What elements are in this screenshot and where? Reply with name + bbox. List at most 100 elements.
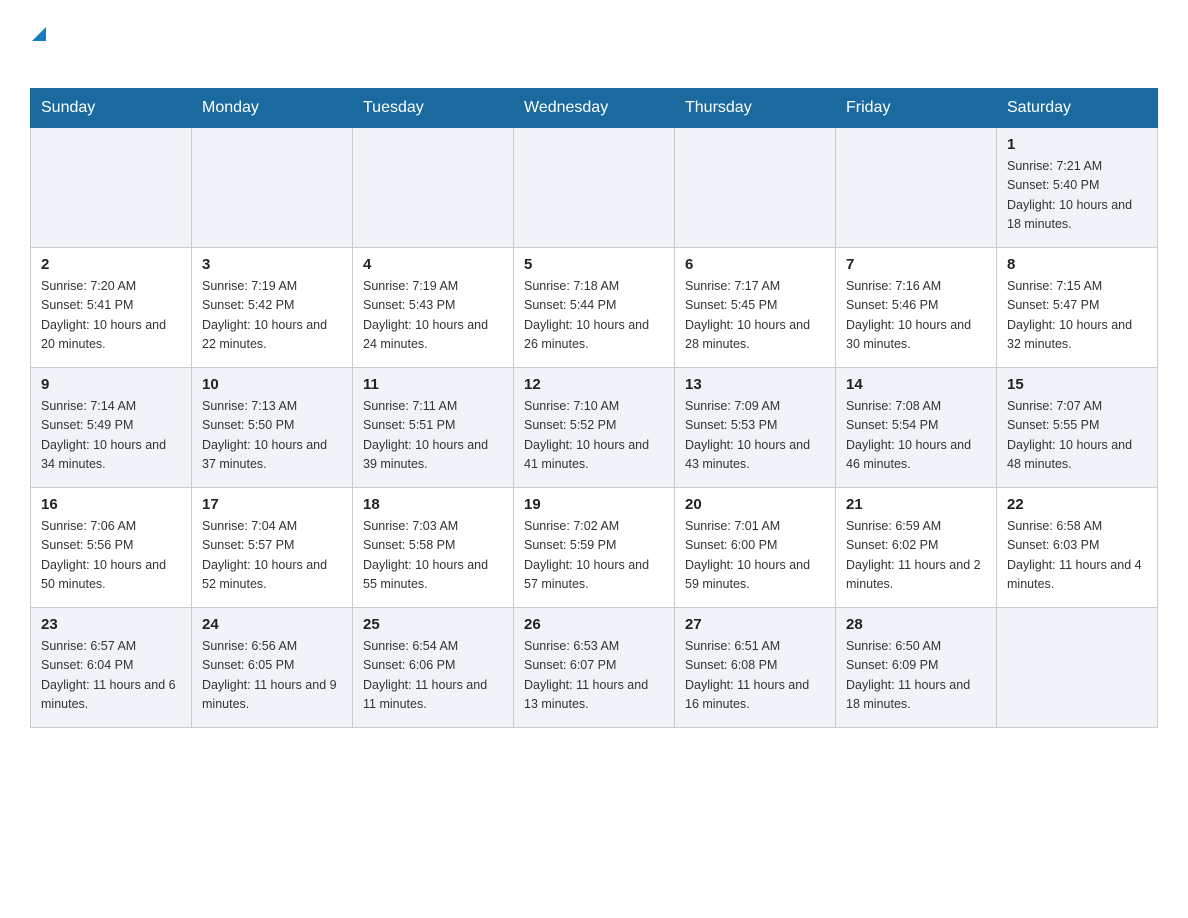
day-number: 26 bbox=[524, 616, 664, 633]
day-number: 18 bbox=[363, 496, 503, 513]
day-number: 3 bbox=[202, 256, 342, 273]
calendar-day-cell bbox=[192, 128, 353, 248]
calendar-day-cell: 8 Sunrise: 7:15 AMSunset: 5:47 PMDaylight… bbox=[997, 248, 1158, 368]
day-info: Sunrise: 6:53 AMSunset: 6:07 PMDaylight:… bbox=[524, 637, 664, 715]
calendar-day-cell bbox=[514, 128, 675, 248]
day-number: 15 bbox=[1007, 376, 1147, 393]
day-info: Sunrise: 7:01 AMSunset: 6:00 PMDaylight:… bbox=[685, 517, 825, 595]
calendar-day-cell bbox=[353, 128, 514, 248]
logo bbox=[30, 20, 46, 72]
calendar-day-cell: 2 Sunrise: 7:20 AMSunset: 5:41 PMDaylight… bbox=[31, 248, 192, 368]
day-number: 9 bbox=[41, 376, 181, 393]
day-number: 28 bbox=[846, 616, 986, 633]
calendar-day-cell: 27 Sunrise: 6:51 AMSunset: 6:08 PMDayligh… bbox=[675, 608, 836, 728]
calendar-day-cell: 15 Sunrise: 7:07 AMSunset: 5:55 PMDayligh… bbox=[997, 368, 1158, 488]
day-info: Sunrise: 7:03 AMSunset: 5:58 PMDaylight:… bbox=[363, 517, 503, 595]
day-number: 16 bbox=[41, 496, 181, 513]
calendar-day-cell: 10 Sunrise: 7:13 AMSunset: 5:50 PMDayligh… bbox=[192, 368, 353, 488]
calendar-day-cell bbox=[836, 128, 997, 248]
day-info: Sunrise: 7:06 AMSunset: 5:56 PMDaylight:… bbox=[41, 517, 181, 595]
day-info: Sunrise: 7:07 AMSunset: 5:55 PMDaylight:… bbox=[1007, 397, 1147, 475]
day-number: 19 bbox=[524, 496, 664, 513]
calendar-day-cell: 14Sunrise: 7:08 AMSunset: 5:54 PMDayligh… bbox=[836, 368, 997, 488]
day-info: Sunrise: 7:21 AMSunset: 5:40 PMDaylight:… bbox=[1007, 157, 1147, 235]
weekday-header-row: Sunday Monday Tuesday Wednesday Thursday… bbox=[31, 89, 1158, 128]
day-number: 12 bbox=[524, 376, 664, 393]
day-info: Sunrise: 7:18 AMSunset: 5:44 PMDaylight:… bbox=[524, 277, 664, 355]
day-number: 1 bbox=[1007, 136, 1147, 153]
calendar-week-row: 23 Sunrise: 6:57 AMSunset: 6:04 PMDayligh… bbox=[31, 608, 1158, 728]
calendar-day-cell: 20 Sunrise: 7:01 AMSunset: 6:00 PMDayligh… bbox=[675, 488, 836, 608]
day-info: Sunrise: 7:13 AMSunset: 5:50 PMDaylight:… bbox=[202, 397, 342, 475]
day-info: Sunrise: 6:56 AMSunset: 6:05 PMDaylight:… bbox=[202, 637, 342, 715]
calendar-day-cell: 3 Sunrise: 7:19 AMSunset: 5:42 PMDaylight… bbox=[192, 248, 353, 368]
day-info: Sunrise: 7:20 AMSunset: 5:41 PMDaylight:… bbox=[41, 277, 181, 355]
day-number: 17 bbox=[202, 496, 342, 513]
calendar-table: Sunday Monday Tuesday Wednesday Thursday… bbox=[30, 88, 1158, 728]
calendar-day-cell: 13 Sunrise: 7:09 AMSunset: 5:53 PMDayligh… bbox=[675, 368, 836, 488]
page-header bbox=[30, 20, 1158, 72]
calendar-day-cell: 12 Sunrise: 7:10 AMSunset: 5:52 PMDayligh… bbox=[514, 368, 675, 488]
logo-wordmark bbox=[30, 20, 46, 72]
day-number: 23 bbox=[41, 616, 181, 633]
calendar-day-cell: 28 Sunrise: 6:50 AMSunset: 6:09 PMDayligh… bbox=[836, 608, 997, 728]
day-number: 10 bbox=[202, 376, 342, 393]
day-info: Sunrise: 6:50 AMSunset: 6:09 PMDaylight:… bbox=[846, 637, 986, 715]
calendar-week-row: 9 Sunrise: 7:14 AMSunset: 5:49 PMDaylight… bbox=[31, 368, 1158, 488]
header-saturday: Saturday bbox=[997, 89, 1158, 128]
calendar-day-cell: 1 Sunrise: 7:21 AMSunset: 5:40 PMDaylight… bbox=[997, 128, 1158, 248]
calendar-day-cell bbox=[997, 608, 1158, 728]
day-info: Sunrise: 7:09 AMSunset: 5:53 PMDaylight:… bbox=[685, 397, 825, 475]
day-info: Sunrise: 7:02 AMSunset: 5:59 PMDaylight:… bbox=[524, 517, 664, 595]
day-number: 11 bbox=[363, 376, 503, 393]
day-number: 13 bbox=[685, 376, 825, 393]
calendar-day-cell: 6Sunrise: 7:17 AMSunset: 5:45 PMDaylight… bbox=[675, 248, 836, 368]
calendar-day-cell: 17 Sunrise: 7:04 AMSunset: 5:57 PMDayligh… bbox=[192, 488, 353, 608]
calendar-day-cell: 24 Sunrise: 6:56 AMSunset: 6:05 PMDayligh… bbox=[192, 608, 353, 728]
calendar-day-cell: 16 Sunrise: 7:06 AMSunset: 5:56 PMDayligh… bbox=[31, 488, 192, 608]
day-number: 7 bbox=[846, 256, 986, 273]
day-number: 27 bbox=[685, 616, 825, 633]
calendar-day-cell: 22 Sunrise: 6:58 AMSunset: 6:03 PMDayligh… bbox=[997, 488, 1158, 608]
day-info: Sunrise: 7:11 AMSunset: 5:51 PMDaylight:… bbox=[363, 397, 503, 475]
header-wednesday: Wednesday bbox=[514, 89, 675, 128]
calendar-day-cell: 18 Sunrise: 7:03 AMSunset: 5:58 PMDayligh… bbox=[353, 488, 514, 608]
calendar-day-cell: 21 Sunrise: 6:59 AMSunset: 6:02 PMDayligh… bbox=[836, 488, 997, 608]
day-info: Sunrise: 6:51 AMSunset: 6:08 PMDaylight:… bbox=[685, 637, 825, 715]
calendar-day-cell bbox=[31, 128, 192, 248]
day-info: Sunrise: 7:10 AMSunset: 5:52 PMDaylight:… bbox=[524, 397, 664, 475]
day-number: 20 bbox=[685, 496, 825, 513]
day-info: Sunrise: 7:08 AMSunset: 5:54 PMDaylight:… bbox=[846, 397, 986, 475]
logo-triangle-icon bbox=[32, 27, 46, 45]
day-number: 2 bbox=[41, 256, 181, 273]
day-number: 5 bbox=[524, 256, 664, 273]
day-info: Sunrise: 7:19 AMSunset: 5:42 PMDaylight:… bbox=[202, 277, 342, 355]
day-number: 22 bbox=[1007, 496, 1147, 513]
day-info: Sunrise: 6:58 AMSunset: 6:03 PMDaylight:… bbox=[1007, 517, 1147, 595]
day-number: 8 bbox=[1007, 256, 1147, 273]
header-thursday: Thursday bbox=[675, 89, 836, 128]
calendar-day-cell: 25Sunrise: 6:54 AMSunset: 6:06 PMDayligh… bbox=[353, 608, 514, 728]
calendar-day-cell: 26 Sunrise: 6:53 AMSunset: 6:07 PMDayligh… bbox=[514, 608, 675, 728]
header-tuesday: Tuesday bbox=[353, 89, 514, 128]
day-number: 24 bbox=[202, 616, 342, 633]
calendar-week-row: 16 Sunrise: 7:06 AMSunset: 5:56 PMDayligh… bbox=[31, 488, 1158, 608]
calendar-day-cell: 19 Sunrise: 7:02 AMSunset: 5:59 PMDayligh… bbox=[514, 488, 675, 608]
calendar-day-cell: 23 Sunrise: 6:57 AMSunset: 6:04 PMDayligh… bbox=[31, 608, 192, 728]
day-number: 21 bbox=[846, 496, 986, 513]
calendar-day-cell: 9 Sunrise: 7:14 AMSunset: 5:49 PMDaylight… bbox=[31, 368, 192, 488]
day-info: Sunrise: 6:54 AMSunset: 6:06 PMDaylight:… bbox=[363, 637, 503, 715]
day-info: Sunrise: 7:15 AMSunset: 5:47 PMDaylight:… bbox=[1007, 277, 1147, 355]
day-info: Sunrise: 7:16 AMSunset: 5:46 PMDaylight:… bbox=[846, 277, 986, 355]
calendar-week-row: 2 Sunrise: 7:20 AMSunset: 5:41 PMDaylight… bbox=[31, 248, 1158, 368]
day-info: Sunrise: 7:04 AMSunset: 5:57 PMDaylight:… bbox=[202, 517, 342, 595]
day-number: 6 bbox=[685, 256, 825, 273]
day-info: Sunrise: 6:59 AMSunset: 6:02 PMDaylight:… bbox=[846, 517, 986, 595]
calendar-day-cell: 11 Sunrise: 7:11 AMSunset: 5:51 PMDayligh… bbox=[353, 368, 514, 488]
day-info: Sunrise: 6:57 AMSunset: 6:04 PMDaylight:… bbox=[41, 637, 181, 715]
calendar-week-row: 1 Sunrise: 7:21 AMSunset: 5:40 PMDaylight… bbox=[31, 128, 1158, 248]
calendar-day-cell: 4Sunrise: 7:19 AMSunset: 5:43 PMDaylight… bbox=[353, 248, 514, 368]
calendar-day-cell: 5 Sunrise: 7:18 AMSunset: 5:44 PMDaylight… bbox=[514, 248, 675, 368]
day-info: Sunrise: 7:14 AMSunset: 5:49 PMDaylight:… bbox=[41, 397, 181, 475]
header-monday: Monday bbox=[192, 89, 353, 128]
